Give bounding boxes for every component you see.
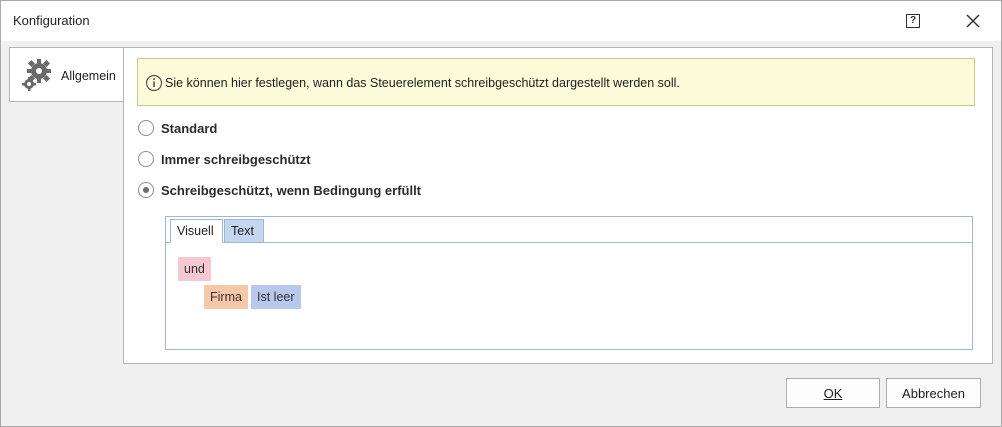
close-icon[interactable] (961, 9, 985, 33)
help-icon[interactable]: ? (906, 14, 920, 28)
radio-standard-label: Standard (161, 121, 218, 136)
config-dialog: Konfiguration ? Allgemein Sie können hie… (0, 0, 1002, 427)
window-title: Konfiguration (13, 13, 90, 28)
tab-text[interactable]: Text (224, 219, 264, 243)
info-box: Sie können hier festlegen, wann das Steu… (137, 58, 975, 106)
radio-standard-circle[interactable] (138, 120, 154, 136)
condition-field-chip[interactable]: Firma (204, 285, 248, 309)
condition-comparison-chip[interactable]: Ist leer (251, 285, 301, 309)
title-bar: Konfiguration ? (1, 1, 1001, 41)
gear-icon (22, 59, 51, 91)
cancel-button[interactable]: Abbrechen (886, 378, 981, 408)
tab-allgemein-label: Allgemein (61, 69, 116, 83)
condition-operator-chip[interactable]: und (178, 257, 211, 281)
radio-bedingung-circle[interactable] (138, 182, 154, 198)
condition-tabbar: Visuell Text (166, 217, 972, 243)
condition-editor: Visuell Text und Firma Ist leer (165, 216, 973, 350)
ok-button-label: OK (823, 385, 843, 401)
radio-immer-circle[interactable] (138, 151, 154, 167)
radio-bedingung-label: Schreibgeschützt, wenn Bedingung erfüllt (161, 183, 422, 198)
content-panel: Sie können hier festlegen, wann das Steu… (123, 47, 993, 364)
info-icon (145, 74, 163, 92)
tab-visuell[interactable]: Visuell (170, 219, 223, 243)
info-text: Sie können hier festlegen, wann das Steu… (165, 76, 680, 90)
radio-immer-label: Immer schreibgeschützt (161, 152, 311, 167)
tab-allgemein[interactable]: Allgemein (9, 47, 124, 102)
ok-button[interactable]: OK (786, 378, 880, 408)
